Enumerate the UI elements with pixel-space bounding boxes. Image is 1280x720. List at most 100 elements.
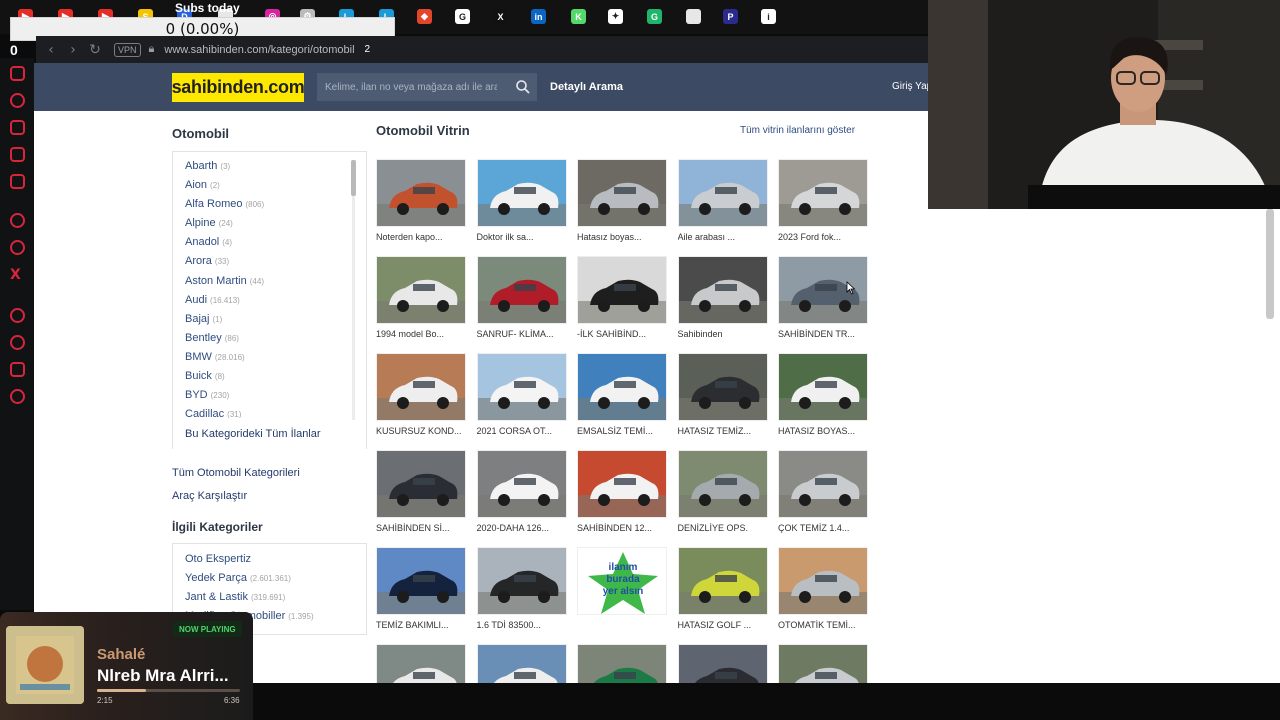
category-item[interactable]: Buick (8) xyxy=(185,370,345,389)
listing-card[interactable]: Noterden kapo... xyxy=(376,159,468,249)
listing-card[interactable] xyxy=(476,644,569,683)
listing-thumbnail[interactable] xyxy=(677,256,768,324)
show-all-showcase-link[interactable]: Tüm vitrin ilanlarını göster xyxy=(740,125,855,136)
listing-card[interactable]: Doktor ilk sa... xyxy=(476,159,569,249)
sidebar-app-icon[interactable] xyxy=(10,147,25,162)
listing-card[interactable]: SAHİBİNDEN TR... xyxy=(778,256,870,346)
listing-thumbnail[interactable] xyxy=(677,547,768,615)
listing-card[interactable]: ÇOK TEMİZ 1.4... xyxy=(778,450,870,540)
advanced-search-link[interactable]: Detaylı Arama xyxy=(550,81,623,93)
listing-card[interactable]: KUSURSUZ KOND... xyxy=(376,353,468,443)
category-scroll-track[interactable] xyxy=(352,160,355,420)
x-icon[interactable]: X xyxy=(10,267,25,283)
listing-title[interactable]: Doktor ilk sa... xyxy=(477,232,569,242)
listing-thumbnail[interactable] xyxy=(476,159,567,227)
url-field[interactable]: www.sahibinden.com/kategori/otomobil xyxy=(164,44,354,56)
extensions-icon[interactable] xyxy=(10,362,25,377)
listing-thumbnail[interactable] xyxy=(677,159,768,227)
info-icon[interactable]: i xyxy=(761,9,776,24)
page-scrollbar[interactable] xyxy=(1266,209,1274,319)
listing-title[interactable]: SAHİBİNDEN 12... xyxy=(577,523,669,533)
category-scroll-thumb[interactable] xyxy=(351,160,356,196)
listing-thumbnail[interactable] xyxy=(476,644,567,683)
vpn-button[interactable]: VPN xyxy=(114,42,141,57)
listing-card[interactable]: ilanım burada yer alsın xyxy=(577,547,669,637)
listing-title[interactable]: SANRUF- KLİMA... xyxy=(477,329,569,339)
listing-card[interactable]: 1994 model Bo... xyxy=(376,256,468,346)
tab-icon[interactable]: G xyxy=(647,9,662,24)
listing-thumbnail[interactable] xyxy=(577,256,667,324)
google-icon[interactable]: G xyxy=(455,9,470,24)
category-item[interactable]: Cadillac (31) xyxy=(185,408,345,418)
listing-thumbnail[interactable] xyxy=(476,547,567,615)
listing-title[interactable]: KUSURSUZ KOND... xyxy=(376,426,468,436)
forward-icon[interactable]: › xyxy=(62,42,84,58)
listing-thumbnail[interactable] xyxy=(376,547,466,615)
listing-card[interactable]: SANRUF- KLİMA... xyxy=(476,256,569,346)
listing-card[interactable] xyxy=(677,644,770,683)
listing-card[interactable]: Sahibinden xyxy=(677,256,770,346)
listing-card[interactable]: Hatasız boyas... xyxy=(577,159,669,249)
listing-card[interactable] xyxy=(376,644,468,683)
listing-title[interactable]: 1.6 TDİ 83500... xyxy=(477,620,569,630)
listing-card[interactable]: HATASIZ GOLF ... xyxy=(677,547,770,637)
listing-title[interactable]: Noterden kapo... xyxy=(376,232,468,242)
listing-card[interactable]: Aile arabası ... xyxy=(677,159,770,249)
clock-icon[interactable] xyxy=(10,335,25,350)
compare-link[interactable]: Araç Karşılaştır xyxy=(172,490,247,502)
all-categories-link[interactable]: Tüm Otomobil Kategorileri xyxy=(172,467,300,479)
category-item[interactable]: Alpine (24) xyxy=(185,217,345,236)
listing-thumbnail[interactable] xyxy=(376,644,466,683)
listing-card[interactable]: SAHİBİNDEN Sİ... xyxy=(376,450,468,540)
whatsapp-icon[interactable] xyxy=(10,240,25,255)
listing-title[interactable]: 2023 Ford fok... xyxy=(778,232,870,242)
listing-thumbnail[interactable] xyxy=(376,450,466,518)
listing-title[interactable]: 2020-DAHA 126... xyxy=(477,523,569,533)
category-item[interactable]: Aston Martin (44) xyxy=(185,275,345,294)
sidebar-app-icon[interactable] xyxy=(10,120,25,135)
listing-card[interactable]: SAHİBİNDEN 12... xyxy=(577,450,669,540)
sidebar-app-icon[interactable] xyxy=(10,93,25,108)
listing-title[interactable]: ÇOK TEMİZ 1.4... xyxy=(778,523,870,533)
listing-thumbnail[interactable] xyxy=(778,644,868,683)
listing-thumbnail[interactable] xyxy=(476,353,567,421)
lock-icon[interactable]: 🔒︎ xyxy=(149,43,155,56)
document-icon[interactable] xyxy=(686,9,701,24)
listing-card[interactable]: EMSALSİZ TEMİ... xyxy=(577,353,669,443)
category-item[interactable]: Aion (2) xyxy=(185,179,345,198)
site-logo[interactable]: sahibinden.com xyxy=(172,73,305,102)
listing-card[interactable]: 2021 CORSA OT... xyxy=(476,353,569,443)
listing-thumbnail[interactable] xyxy=(778,353,868,421)
listing-title[interactable]: -İLK SAHİBİND... xyxy=(577,329,669,339)
listing-card[interactable]: 1.6 TDİ 83500... xyxy=(476,547,569,637)
listing-thumbnail[interactable] xyxy=(778,547,868,615)
listing-thumbnail[interactable] xyxy=(376,353,466,421)
search-input[interactable] xyxy=(317,81,497,93)
listing-thumbnail[interactable] xyxy=(677,450,768,518)
k-icon[interactable]: K xyxy=(571,9,586,24)
listing-card[interactable]: HATASIZ BOYAS... xyxy=(778,353,870,443)
related-category-item[interactable]: Oto Ekspertiz xyxy=(173,553,366,572)
category-item[interactable]: Alfa Romeo (806) xyxy=(185,198,345,217)
listing-thumbnail[interactable] xyxy=(577,353,667,421)
listing-thumbnail[interactable] xyxy=(778,450,868,518)
category-item[interactable]: Abarth (3) xyxy=(185,160,345,179)
category-item[interactable]: Bentley (86) xyxy=(185,332,345,351)
listing-card[interactable]: 2020-DAHA 126... xyxy=(476,450,569,540)
listing-title[interactable]: SAHİBİNDEN TR... xyxy=(778,329,870,339)
category-item[interactable]: Anadol (4) xyxy=(185,236,345,255)
listing-title[interactable]: Hatasız boyas... xyxy=(577,232,669,242)
tab-icon[interactable]: ◆ xyxy=(417,9,432,24)
listing-title[interactable]: Aile arabası ... xyxy=(678,232,770,242)
listing-thumbnail[interactable] xyxy=(577,644,667,683)
sidebar-app-icon[interactable] xyxy=(10,213,25,228)
sidebar-app-icon[interactable] xyxy=(10,66,25,81)
listing-title[interactable]: OTOMATİK TEMİ... xyxy=(778,620,870,630)
p-icon[interactable]: P xyxy=(723,9,738,24)
listing-thumbnail[interactable] xyxy=(376,159,466,227)
listing-title[interactable]: EMSALSİZ TEMİ... xyxy=(577,426,669,436)
listing-thumbnail[interactable] xyxy=(577,159,667,227)
reload-icon[interactable]: ↻ xyxy=(84,42,106,58)
listing-card[interactable]: HATASIZ TEMİZ... xyxy=(677,353,770,443)
x-icon[interactable]: X xyxy=(493,9,508,24)
